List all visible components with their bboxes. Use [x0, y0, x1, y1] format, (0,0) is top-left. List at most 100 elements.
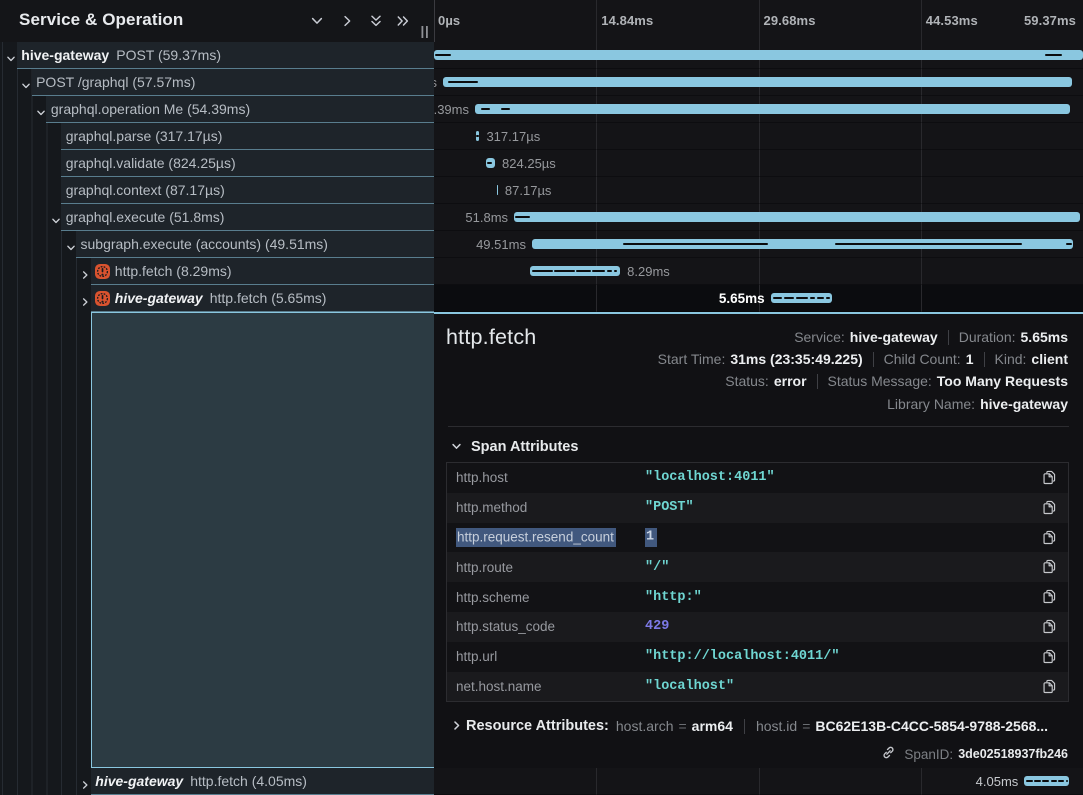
tree-header-title: Service & Operation [19, 10, 183, 30]
attribute-value: "localhost:4011" [645, 470, 775, 485]
span-tree-row[interactable]: hive-gatewayPOST (59.37ms) [0, 42, 434, 69]
indent-guides [0, 123, 61, 150]
detail-divider [448, 426, 1069, 427]
span-tree-row[interactable]: graphql.execute (51.8ms) [0, 204, 434, 231]
attribute-key: http.scheme [447, 590, 645, 605]
timeline-row[interactable]: 317.17µs [434, 123, 1083, 150]
timeline-row[interactable]: 54.39ms [434, 96, 1083, 123]
copy-icon[interactable] [1042, 679, 1057, 694]
span-tree-row[interactable]: hive-gatewayhttp.fetch (4.05ms) [0, 768, 434, 795]
span-name: http.fetch (8.29ms) [115, 263, 232, 279]
copy-icon[interactable] [1042, 619, 1057, 634]
overview-separator [984, 352, 985, 367]
chevron-down-icon[interactable] [51, 213, 61, 223]
indent-guides [0, 768, 91, 795]
expand-children-icon[interactable] [340, 14, 354, 28]
expand-all-icon[interactable] [396, 14, 410, 28]
timeline-row[interactable]: 8.29ms [434, 258, 1083, 285]
timeline-row[interactable]: 59.37ms [434, 42, 1083, 69]
attribute-value: 429 [645, 619, 669, 634]
overview-value: 1 [966, 351, 974, 367]
span-id-label: SpanID: [904, 747, 953, 762]
span-bar[interactable] [434, 50, 1083, 60]
span-tree-row[interactable]: graphql.validate (824.25µs) [0, 150, 434, 177]
critical-path-segment [481, 108, 490, 111]
span-id-row: SpanID: 3de02518937fb246 [881, 744, 1068, 764]
span-name: hive-gatewayhttp.fetch (5.65ms) [115, 290, 327, 306]
copy-icon[interactable] [1042, 589, 1057, 604]
timeline-row[interactable]: 49.51ms [434, 231, 1083, 258]
span-attributes-accordion[interactable]: Span Attributes [451, 438, 578, 456]
detail-row-left-fill [91, 312, 434, 768]
copy-icon[interactable] [1042, 470, 1057, 485]
attribute-value: "/" [645, 560, 669, 575]
span-name: hive-gatewayhttp.fetch (4.05ms) [95, 773, 307, 789]
span-tree-row[interactable]: graphql.parse (317.17µs) [0, 123, 434, 150]
timeline-row[interactable]: 824.25µs [434, 150, 1083, 177]
span-name: graphql.parse (317.17µs) [66, 128, 223, 144]
chevron-right-icon[interactable] [80, 294, 90, 304]
critical-path-segment [592, 270, 605, 273]
resource-equals: = [678, 718, 686, 734]
ruler-tick-label: 29.68ms [764, 13, 816, 28]
chevron-down-icon[interactable] [66, 240, 76, 250]
span-bar[interactable] [497, 185, 498, 195]
collapse-children-icon[interactable] [310, 14, 324, 28]
span-tree-row[interactable]: subgraph.execute (accounts) (49.51ms) [0, 231, 434, 258]
critical-path-segment [1034, 780, 1041, 783]
attribute-value: "POST" [645, 500, 694, 515]
timeline-row[interactable]: 51.8ms [434, 204, 1083, 231]
chevron-down-icon[interactable] [6, 51, 16, 61]
link-icon[interactable] [881, 745, 896, 763]
timeline-row[interactable]: 5.65ms [434, 285, 1083, 312]
timeline-row[interactable]: 57.57ms [434, 69, 1083, 96]
span-bar[interactable] [514, 212, 1080, 222]
critical-path-segment [773, 297, 782, 300]
collapse-all-icon[interactable] [369, 14, 383, 28]
critical-path-segment [796, 297, 808, 300]
timeline-row[interactable]: 4.05ms [434, 768, 1083, 795]
critical-path-segment [532, 270, 552, 273]
copy-icon[interactable] [1042, 649, 1057, 664]
attribute-row: http.status_code429 [447, 612, 1068, 642]
overview-separator [873, 352, 874, 367]
span-duration-label: 824.25µs [502, 156, 556, 171]
span-tree-row[interactable]: graphql.operation Me (54.39ms) [0, 96, 434, 123]
chevron-right-icon[interactable] [80, 777, 90, 787]
overview-line: Status:errorStatus Message:Too Many Requ… [658, 370, 1068, 392]
copy-icon[interactable] [1042, 530, 1057, 545]
chevron-down-icon [451, 439, 462, 455]
timeline-row[interactable]: 87.17µs [434, 177, 1083, 204]
chevron-down-icon[interactable] [36, 105, 46, 115]
span-detail-panel: http.fetch Service:hive-gatewayDuration:… [434, 312, 1083, 768]
span-attributes-title: Span Attributes [471, 439, 578, 455]
ruler-tick-label: 59.37ms [1024, 13, 1076, 28]
attribute-key: http.host [447, 470, 645, 485]
attribute-key: net.host.name [447, 679, 645, 694]
copy-icon[interactable] [1042, 500, 1057, 515]
span-tree-row-selected[interactable]: hive-gatewayhttp.fetch (5.65ms) [0, 285, 434, 312]
attribute-value: 1 [645, 530, 657, 545]
span-tree-row[interactable]: http.fetch (8.29ms) [0, 258, 434, 285]
copy-icon[interactable] [1042, 559, 1057, 574]
span-detail-title: http.fetch [446, 325, 536, 350]
span-tree-row[interactable]: POST /graphql (57.57ms) [0, 69, 434, 96]
critical-path-segment [501, 108, 510, 111]
span-name: subgraph.execute (accounts) (49.51ms) [81, 236, 328, 252]
resource-attributes-accordion[interactable]: Resource Attributes: host.arch=arm64host… [451, 716, 1048, 736]
indent-guides [0, 177, 61, 204]
chevron-right-icon[interactable] [80, 267, 90, 277]
chevron-down-icon[interactable] [21, 78, 31, 88]
span-name: graphql.validate (824.25µs) [66, 155, 236, 171]
critical-path-segment [784, 297, 793, 300]
critical-path-segment [435, 54, 451, 57]
attribute-row: http.request.resend_count1 [447, 523, 1068, 553]
attribute-value: "localhost" [645, 679, 734, 694]
overview-label: Duration: [959, 329, 1016, 345]
span-bar[interactable] [475, 104, 1070, 114]
attribute-row: http.route"/" [447, 552, 1068, 582]
span-name: graphql.operation Me (54.39ms) [51, 101, 250, 117]
span-tree-row[interactable]: graphql.context (87.17µs) [0, 177, 434, 204]
span-bar[interactable] [443, 77, 1072, 87]
panel-splitter-grip[interactable] [420, 25, 430, 39]
